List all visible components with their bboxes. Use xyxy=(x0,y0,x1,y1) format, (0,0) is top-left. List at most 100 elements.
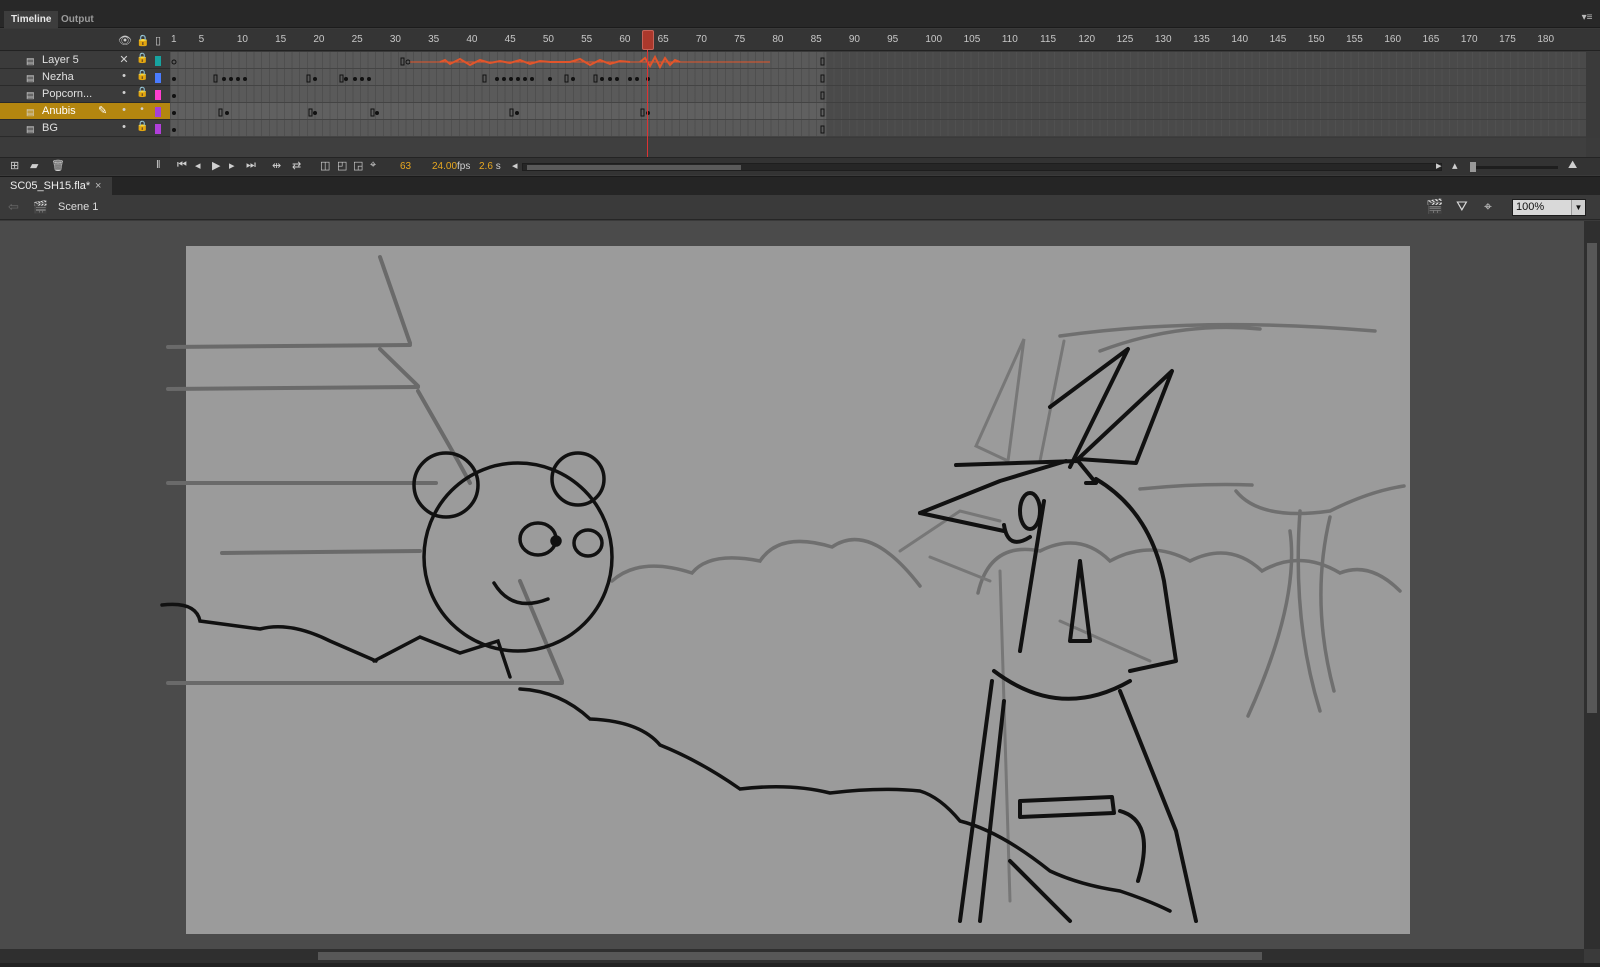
layer-name-cell[interactable]: ▤ Layer 5 ✕ 🔒 xyxy=(0,52,170,69)
timeline-scrollbar[interactable] xyxy=(522,163,1442,171)
layer-name-cell[interactable]: ▤ BG • 🔒 xyxy=(0,120,170,137)
chevron-down-icon[interactable]: ▼ xyxy=(1571,200,1585,215)
stage-pasteboard[interactable] xyxy=(0,221,1584,949)
visibility-toggle[interactable]: • xyxy=(118,87,130,99)
layer-frames[interactable] xyxy=(170,52,826,69)
scroll-left-icon[interactable]: ◂ xyxy=(512,159,518,172)
layer-name-cell[interactable]: ▤ Anubis ✎ • • xyxy=(0,103,170,120)
scroll-right-icon[interactable]: ▸ xyxy=(1436,159,1442,172)
center-stage-icon[interactable]: ⌖ xyxy=(1484,198,1492,215)
outline-color-swatch[interactable] xyxy=(155,124,161,134)
center-frame-icon[interactable]: ⇹ xyxy=(272,159,281,172)
tab-output[interactable]: Output xyxy=(54,11,101,28)
stage-horizontal-scrollbar[interactable] xyxy=(0,949,1584,963)
play-icon[interactable]: ▶ xyxy=(212,159,220,172)
onion-skin-icon[interactable]: ◫ xyxy=(320,159,330,172)
ruler-label: 50 xyxy=(542,34,554,45)
playhead-handle[interactable] xyxy=(642,30,654,50)
frame-ruler[interactable]: 👁 🔒 ▯ 1 5 10 15 20 25 30 35 40 45 50 55 60 65 70 75 80 8… xyxy=(0,29,1600,51)
trash-icon[interactable]: 🗑 xyxy=(51,159,65,172)
panel-menu-icon[interactable]: ▾≡ xyxy=(1580,12,1594,24)
new-layer-icon[interactable]: ⊞ xyxy=(10,159,19,172)
lock-toggle[interactable]: 🔒 xyxy=(136,70,148,81)
lock-toggle[interactable]: 🔒 xyxy=(136,121,148,132)
tab-timeline[interactable]: Timeline xyxy=(4,11,59,28)
edit-multiple-frames-icon[interactable]: ◲ xyxy=(353,159,363,172)
timeline-zoom-knob[interactable] xyxy=(1470,162,1476,172)
first-frame-icon[interactable]: ⏮ xyxy=(177,159,187,172)
last-frame-icon[interactable]: ⏭ xyxy=(246,159,256,172)
current-frame-value[interactable]: 63 xyxy=(400,161,411,172)
ruler-label: 40 xyxy=(466,34,478,45)
outline-color-swatch[interactable] xyxy=(155,56,161,66)
zoom-out-icon[interactable]: ▴ xyxy=(1452,159,1458,172)
stage-vertical-scrollbar[interactable] xyxy=(1584,221,1600,949)
ruler-label: 15 xyxy=(275,34,287,45)
outline-color-swatch[interactable] xyxy=(155,107,161,117)
ruler-label: 125 xyxy=(1116,34,1134,45)
next-frame-icon[interactable]: ▸ xyxy=(229,159,235,172)
timeline-scroll-thumb[interactable] xyxy=(527,165,741,170)
ruler-label: 95 xyxy=(887,34,899,45)
ruler-label: 70 xyxy=(695,34,707,45)
layer-row-layer5[interactable]: ▤ Layer 5 ✕ 🔒 xyxy=(0,52,1600,69)
layer-frames[interactable] xyxy=(170,103,826,120)
back-arrow-icon[interactable]: ⇦ xyxy=(8,199,19,215)
outline-icon[interactable]: ▯ xyxy=(155,34,161,47)
new-folder-icon[interactable]: ▰ xyxy=(30,159,38,172)
lock-toggle[interactable]: • xyxy=(136,104,148,115)
layer-icon: ▤ xyxy=(26,107,35,117)
visibility-toggle[interactable]: ✕ xyxy=(118,53,130,66)
keyframes xyxy=(172,108,825,117)
layer-list: ▤ Layer 5 ✕ 🔒 ▤ Nezha • 🔒 ▤ Popcorn... •… xyxy=(0,52,1600,157)
layer-frames[interactable] xyxy=(170,69,826,86)
ruler-label: 115 xyxy=(1040,34,1057,45)
layer-row-anubis[interactable]: ▤ Anubis ✎ • • xyxy=(0,103,1600,120)
document-title: SC05_SH15.fla* xyxy=(10,180,91,192)
edit-scene-icon[interactable]: 🎬 xyxy=(1426,198,1443,215)
lock-toggle[interactable]: 🔒 xyxy=(136,53,148,64)
layer-frames-empty[interactable] xyxy=(826,120,1586,137)
layer-frames-empty[interactable] xyxy=(826,103,1586,120)
layer-name-cell[interactable]: ▤ Nezha • 🔒 xyxy=(0,69,170,86)
layer-frames-empty[interactable] xyxy=(826,69,1586,86)
elapsed-time-value[interactable]: 2.6 s xyxy=(479,161,501,172)
visibility-toggle[interactable]: • xyxy=(118,70,130,82)
eye-icon[interactable]: 👁 xyxy=(118,34,132,47)
layer-frames[interactable] xyxy=(170,120,826,137)
lock-toggle[interactable]: 🔒 xyxy=(136,87,148,98)
timeline-controls: ⊞ ▰ 🗑 ‖ ⏮ ◂ ▶ ▸ ⏭ ⇹ ⇄ ◫ ◰ ◲ ⌖ 63 24.00fp… xyxy=(0,157,1600,175)
layer-row-nezha[interactable]: ▤ Nezha • 🔒 xyxy=(0,69,1600,86)
visibility-toggle[interactable]: • xyxy=(118,104,130,116)
zoom-in-icon[interactable]: ⛰ xyxy=(1568,159,1577,172)
layer-row-bg[interactable]: ▤ BG • 🔒 xyxy=(0,120,1600,137)
loop-icon[interactable]: ⇄ xyxy=(292,159,301,172)
onion-outline-icon[interactable]: ◰ xyxy=(337,159,347,172)
panel-tab-bar: Timeline Output ▾≡ xyxy=(0,0,1600,28)
edit-symbols-icon[interactable]: ⛛ xyxy=(1456,198,1468,215)
modify-markers-icon[interactable]: ⌖ xyxy=(370,159,376,172)
visibility-toggle[interactable]: • xyxy=(118,121,130,133)
ruler-label: 145 xyxy=(1269,34,1287,45)
ruler-label: 80 xyxy=(772,34,784,45)
layer-frames-empty[interactable] xyxy=(826,86,1586,103)
prev-frame-icon[interactable]: ◂ xyxy=(195,159,201,172)
layer-frames-empty[interactable] xyxy=(826,52,1586,69)
close-icon[interactable]: × xyxy=(95,177,101,196)
fps-number: 24.00 xyxy=(432,161,458,172)
horizontal-scroll-thumb[interactable] xyxy=(318,952,1262,960)
fps-value[interactable]: 24.00fps xyxy=(432,161,470,172)
document-tab[interactable]: SC05_SH15.fla* × xyxy=(0,177,112,196)
ruler-label: 35 xyxy=(428,34,440,45)
panel-resize-icon[interactable]: ‖ xyxy=(156,159,161,171)
zoom-select[interactable]: 100% ▼ xyxy=(1512,199,1586,216)
layer-name-cell[interactable]: ▤ Popcorn... • 🔒 xyxy=(0,86,170,103)
lock-icon[interactable]: 🔒 xyxy=(136,34,150,47)
outline-color-swatch[interactable] xyxy=(155,73,161,83)
scene-breadcrumb[interactable]: Scene 1 xyxy=(58,201,98,213)
layer-row-popcorn[interactable]: ▤ Popcorn... • 🔒 xyxy=(0,86,1600,103)
timeline-zoom-slider[interactable] xyxy=(1470,166,1558,169)
layer-frames[interactable] xyxy=(170,86,826,103)
outline-color-swatch[interactable] xyxy=(155,90,161,100)
vertical-scroll-thumb[interactable] xyxy=(1587,243,1597,713)
